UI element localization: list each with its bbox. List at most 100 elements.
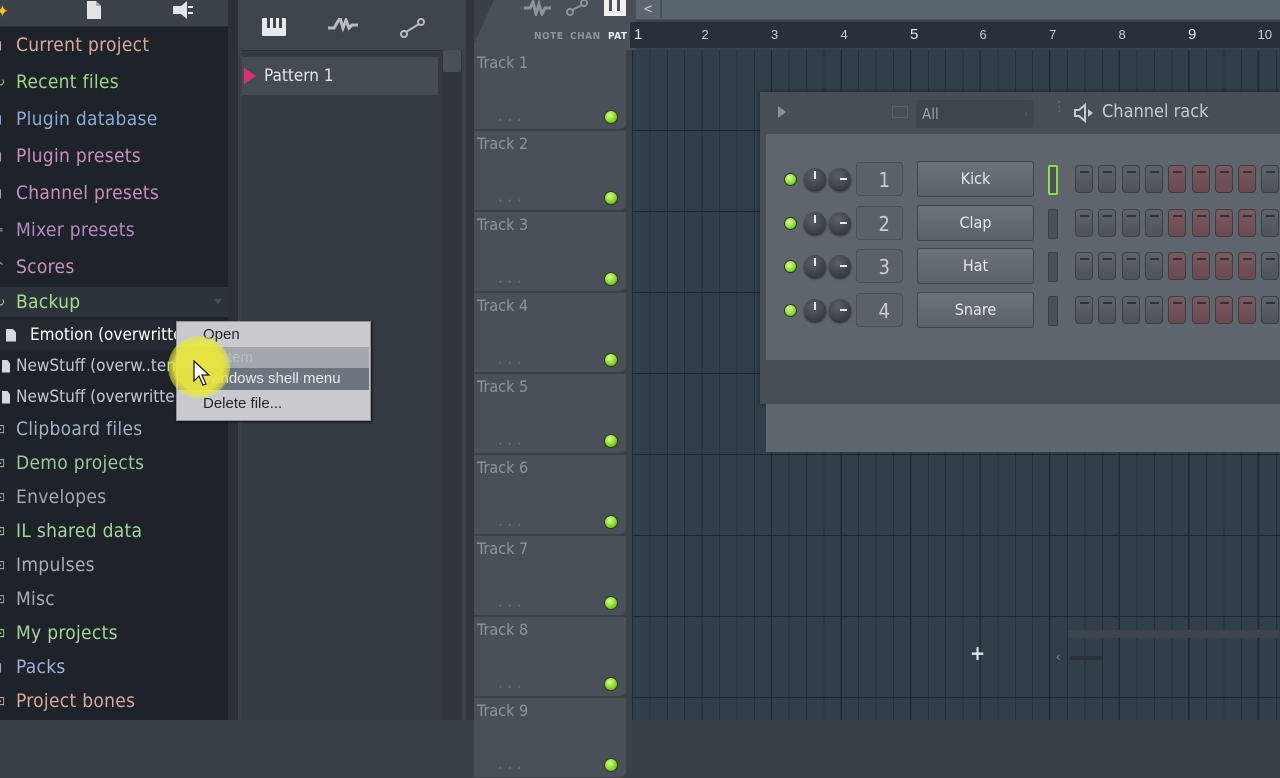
- playlist-horizontal-scrollbar[interactable]: [662, 0, 1280, 19]
- channel-rack-titlebar[interactable]: All › ⋮ Channel rack: [760, 92, 1280, 134]
- browser-item-backup[interactable]: ↻ Backup: [0, 287, 228, 317]
- channel-name-button[interactable]: Kick: [917, 161, 1034, 197]
- browser-item-plugin-presets[interactable]: ▮ Plugin presets: [0, 141, 228, 171]
- browser-item-impulses[interactable]: ⊡ Impulses: [0, 550, 228, 580]
- timeline-ruler[interactable]: [630, 22, 1280, 48]
- track-header[interactable]: Track 5 • • •: [474, 374, 626, 454]
- channel-number[interactable]: 4: [856, 293, 903, 327]
- browser-item-scores[interactable]: ⌃ Scores: [0, 252, 228, 282]
- step-button[interactable]: [1121, 252, 1140, 280]
- step-button[interactable]: [1214, 165, 1233, 193]
- step-button[interactable]: [1214, 252, 1233, 280]
- browser-item-packs[interactable]: ▮ Packs: [0, 652, 228, 682]
- step-button[interactable]: [1238, 296, 1257, 324]
- pattern-scroll-button[interactable]: [443, 50, 461, 72]
- browser-item-channel-presets[interactable]: ▮ Channel presets: [0, 178, 228, 208]
- playlist-divider[interactable]: [466, 0, 474, 720]
- step-button[interactable]: [1214, 296, 1233, 324]
- track-mute-led[interactable]: [604, 353, 618, 367]
- step-button[interactable]: [1261, 296, 1280, 324]
- step-button[interactable]: [1168, 252, 1187, 280]
- step-button[interactable]: [1261, 252, 1280, 280]
- step-button[interactable]: [1191, 296, 1210, 324]
- step-button[interactable]: [1075, 209, 1093, 237]
- volume-knob[interactable]: [804, 299, 826, 321]
- track-mute-led[interactable]: [604, 191, 618, 205]
- track-mute-led[interactable]: [604, 596, 618, 610]
- pattern-item[interactable]: Pattern 1: [242, 57, 438, 95]
- track-header[interactable]: Track 4 • • •: [474, 293, 626, 373]
- track-options-icon[interactable]: • • •: [498, 440, 522, 450]
- channel-mute-led[interactable]: [784, 217, 797, 230]
- step-button[interactable]: [1121, 296, 1140, 324]
- step-button[interactable]: [1261, 165, 1280, 193]
- channel-number[interactable]: 1: [856, 162, 903, 196]
- track-header[interactable]: Track 2 • • •: [474, 131, 626, 211]
- pan-knob[interactable]: [829, 168, 851, 190]
- channel-number[interactable]: 2: [856, 206, 903, 240]
- track-mute-led[interactable]: [604, 272, 618, 286]
- channel-mute-led[interactable]: [784, 173, 797, 186]
- step-button[interactable]: [1144, 252, 1163, 280]
- browser-item-current-project[interactable]: ▮ Current project: [0, 30, 228, 60]
- track-mute-led[interactable]: [604, 677, 618, 691]
- channel-filter-select[interactable]: All ›: [916, 100, 1034, 128]
- track-header[interactable]: Track 8 • • •: [474, 617, 626, 697]
- audio-clip-icon[interactable]: [328, 14, 358, 42]
- channel-number[interactable]: 3: [856, 249, 903, 283]
- track-options-icon[interactable]: • • •: [498, 197, 522, 207]
- piano-roll-icon[interactable]: [262, 18, 286, 40]
- audio-clip-icon[interactable]: [524, 0, 554, 20]
- speaker-icon[interactable]: [1073, 102, 1097, 127]
- pattern-scrollbar[interactable]: [442, 50, 462, 720]
- browser-item-plugin-database[interactable]: ▮ Plugin database: [0, 104, 228, 134]
- step-button[interactable]: [1191, 165, 1210, 193]
- track-options-icon[interactable]: • • •: [498, 683, 522, 693]
- step-button[interactable]: [1144, 296, 1163, 324]
- pattern-icon[interactable]: [604, 0, 626, 20]
- scroll-left-button[interactable]: <: [636, 0, 660, 19]
- step-button[interactable]: [1191, 252, 1210, 280]
- step-button[interactable]: [1075, 296, 1093, 324]
- track-options-icon[interactable]: • • •: [498, 278, 522, 288]
- browser-item-misc[interactable]: ⊡ Misc: [0, 584, 228, 614]
- pan-knob[interactable]: [829, 299, 851, 321]
- browser-item-recent-files[interactable]: ↻ Recent files: [0, 67, 228, 97]
- step-button[interactable]: [1098, 296, 1117, 324]
- plug-icon[interactable]: [170, 0, 194, 20]
- step-button[interactable]: [1261, 209, 1280, 237]
- browser-item-demo-projects[interactable]: ⊡ Demo projects: [0, 448, 228, 478]
- track-header[interactable]: Track 9 • • •: [474, 698, 626, 778]
- step-button[interactable]: [1075, 165, 1093, 193]
- channel-name-button[interactable]: Snare: [917, 292, 1034, 328]
- track-options-icon[interactable]: • • •: [498, 521, 522, 531]
- track-mute-led[interactable]: [604, 515, 618, 529]
- track-mute-led[interactable]: [604, 434, 618, 448]
- channel-select-indicator[interactable]: [1048, 165, 1058, 195]
- volume-knob[interactable]: [804, 168, 826, 190]
- track-options-icon[interactable]: • • •: [498, 116, 522, 126]
- step-button[interactable]: [1144, 165, 1163, 193]
- automation-icon[interactable]: [400, 18, 426, 42]
- step-button[interactable]: [1144, 209, 1163, 237]
- rack-zoom-slider[interactable]: [1070, 656, 1102, 660]
- channel-select-indicator[interactable]: [1048, 296, 1058, 326]
- step-button[interactable]: [1075, 252, 1093, 280]
- volume-knob[interactable]: [804, 212, 826, 234]
- automation-icon[interactable]: [566, 0, 588, 20]
- step-button[interactable]: [1238, 252, 1257, 280]
- step-button[interactable]: [1238, 165, 1257, 193]
- browser-item-project-bones[interactable]: ⊡ Project bones: [0, 686, 228, 716]
- channel-mute-led[interactable]: [784, 260, 797, 273]
- track-options-icon[interactable]: • • •: [498, 359, 522, 369]
- track-options-icon[interactable]: • • •: [498, 602, 522, 612]
- step-button[interactable]: [1168, 296, 1187, 324]
- track-header[interactable]: Track 1 • • •: [474, 50, 626, 130]
- browser-item-my-projects[interactable]: ⊡ My projects: [0, 618, 228, 648]
- channel-select-indicator[interactable]: [1048, 209, 1058, 239]
- step-button[interactable]: [1168, 209, 1187, 237]
- channel-name-button[interactable]: Clap: [917, 205, 1034, 241]
- drag-handle-icon[interactable]: ⋮: [1053, 100, 1066, 114]
- track-options-icon[interactable]: • • •: [498, 764, 522, 774]
- track-header[interactable]: Track 6 • • •: [474, 455, 626, 535]
